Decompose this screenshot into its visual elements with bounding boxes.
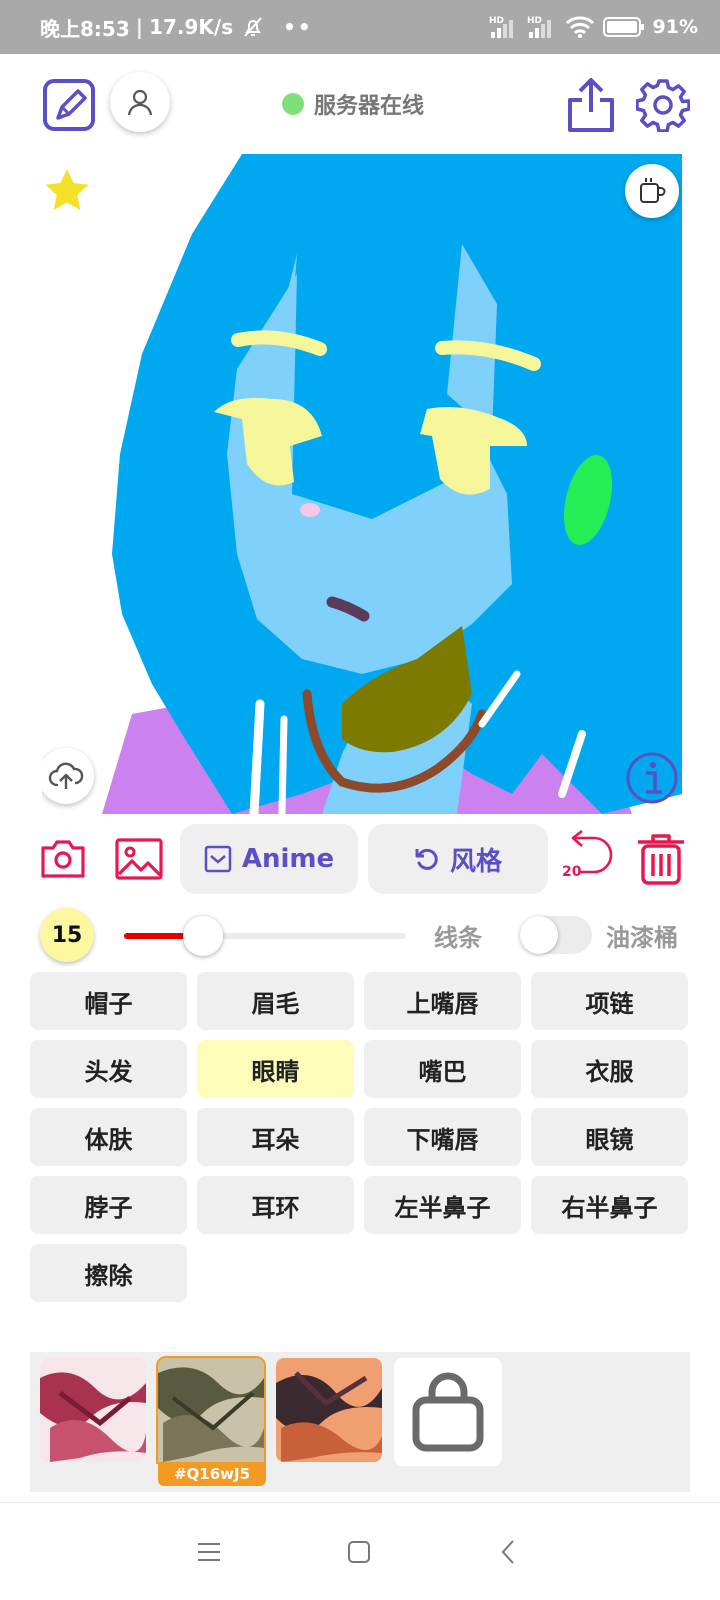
cloud-upload-icon <box>48 762 84 789</box>
drawing-canvas[interactable] <box>42 154 691 814</box>
style-thumb-1[interactable] <box>40 1358 146 1462</box>
part-button[interactable]: 衣服 <box>531 1040 688 1098</box>
trash-icon <box>638 834 684 885</box>
sketch-drawing <box>102 154 682 814</box>
home-icon[interactable] <box>344 1537 374 1567</box>
cell-signal-icon-2: HD <box>527 16 551 38</box>
slider-thumb[interactable] <box>182 916 223 956</box>
sketch-mode-button[interactable] <box>42 78 96 132</box>
share-icon <box>568 78 614 132</box>
style-code-badge: #Q16wJ5 <box>158 1462 266 1486</box>
back-icon[interactable] <box>494 1537 524 1567</box>
svg-text:HD: HD <box>527 16 542 26</box>
settings-button[interactable] <box>635 78 691 133</box>
camera-button[interactable] <box>40 836 86 882</box>
style-thumb-3[interactable] <box>276 1358 382 1462</box>
favorite-star-icon[interactable] <box>42 166 92 216</box>
image-icon <box>115 838 163 880</box>
checkbox-icon <box>204 845 232 873</box>
status-time: 晚上8:53 <box>40 16 130 41</box>
part-button[interactable]: 耳环 <box>197 1176 354 1234</box>
battery-percent: 91% <box>652 16 698 38</box>
brush-size-slider[interactable] <box>124 916 406 956</box>
info-button[interactable] <box>624 750 680 806</box>
status-dots: •• <box>283 15 313 39</box>
part-button[interactable]: 下嘴唇 <box>364 1108 521 1166</box>
undo-button[interactable]: 20 <box>560 829 616 888</box>
coffee-button[interactable] <box>625 164 679 218</box>
bucket-toggle[interactable] <box>520 916 592 954</box>
clear-canvas-button[interactable] <box>636 832 686 886</box>
toggle-knob <box>520 916 558 954</box>
part-button[interactable]: 眼睛 <box>197 1040 354 1098</box>
style-preview-amber <box>276 1358 382 1462</box>
gallery-button[interactable] <box>114 834 164 884</box>
part-selector-grid: 帽子 眉毛 上嘴唇 项链头发 眼睛 嘴巴 衣服体肤 耳朵 下嘴唇 眼镜脖子 耳环 左半鼻子 右半鼻子擦除 <box>30 972 690 1302</box>
camera-icon <box>41 840 85 878</box>
info-icon <box>626 752 678 804</box>
status-bar: 晚上8:53 | 17.9K/s •• HD HD 91% <box>0 0 720 54</box>
status-dot-icon <box>282 93 304 115</box>
server-status: 服务器在线 <box>282 88 424 120</box>
wifi-icon <box>565 16 594 38</box>
part-button[interactable]: 耳朵 <box>197 1108 354 1166</box>
model-label: Anime <box>241 844 335 874</box>
cell-signal-icon: HD <box>489 16 513 38</box>
user-icon <box>127 89 153 116</box>
part-button[interactable]: 上嘴唇 <box>364 972 521 1030</box>
part-button[interactable]: 体肤 <box>30 1108 187 1166</box>
share-button[interactable] <box>566 76 616 132</box>
lock-bag-icon <box>412 1372 484 1452</box>
style-button[interactable]: 风格 <box>368 824 548 894</box>
pen-square-icon <box>43 79 95 131</box>
part-button[interactable]: 帽子 <box>30 972 187 1030</box>
undo-count: 20 <box>562 864 582 880</box>
brush-size-badge: 15 <box>40 908 94 962</box>
user-profile-button[interactable] <box>110 72 170 132</box>
mute-bell-icon <box>244 17 262 37</box>
brush-row: 15 线条 油漆桶 <box>0 906 720 962</box>
style-label: 风格 <box>449 846 502 877</box>
style-strip: #Q16wJ5 <box>30 1352 690 1492</box>
part-button[interactable]: 头发 <box>30 1040 187 1098</box>
coffee-cup-icon <box>640 178 666 203</box>
style-preview-crimson <box>40 1358 146 1462</box>
part-button[interactable]: 嘴巴 <box>364 1040 521 1098</box>
system-nav-bar <box>0 1502 720 1600</box>
style-preview-olive <box>158 1358 264 1462</box>
part-button[interactable]: 眼镜 <box>531 1108 688 1166</box>
tool-row: Anime 风格 20 <box>0 822 720 894</box>
part-button[interactable]: 脖子 <box>30 1176 187 1234</box>
part-button[interactable]: 项链 <box>531 972 688 1030</box>
rotate-icon <box>415 848 438 870</box>
svg-text:HD: HD <box>489 16 504 26</box>
status-net-speed: 17.9K/s <box>149 15 234 39</box>
part-button[interactable]: 右半鼻子 <box>531 1176 688 1234</box>
battery-icon <box>602 17 644 37</box>
model-select-button[interactable]: Anime <box>180 824 358 894</box>
line-mode-label[interactable]: 线条 <box>434 918 482 953</box>
status-left: 晚上8:53 | 17.9K/s •• <box>40 0 313 54</box>
top-app-bar: 服务器在线 <box>0 54 720 154</box>
menu-icon[interactable] <box>194 1537 224 1567</box>
server-status-text: 服务器在线 <box>314 94 425 119</box>
status-right: HD HD 91% <box>489 0 698 54</box>
bucket-mode-label[interactable]: 油漆桶 <box>606 918 678 953</box>
part-button[interactable]: 眉毛 <box>197 972 354 1030</box>
part-button[interactable]: 左半鼻子 <box>364 1176 521 1234</box>
style-locked[interactable] <box>394 1358 502 1466</box>
part-button[interactable]: 擦除 <box>30 1244 187 1302</box>
gear-icon <box>635 79 691 133</box>
style-thumb-2[interactable] <box>156 1356 266 1464</box>
